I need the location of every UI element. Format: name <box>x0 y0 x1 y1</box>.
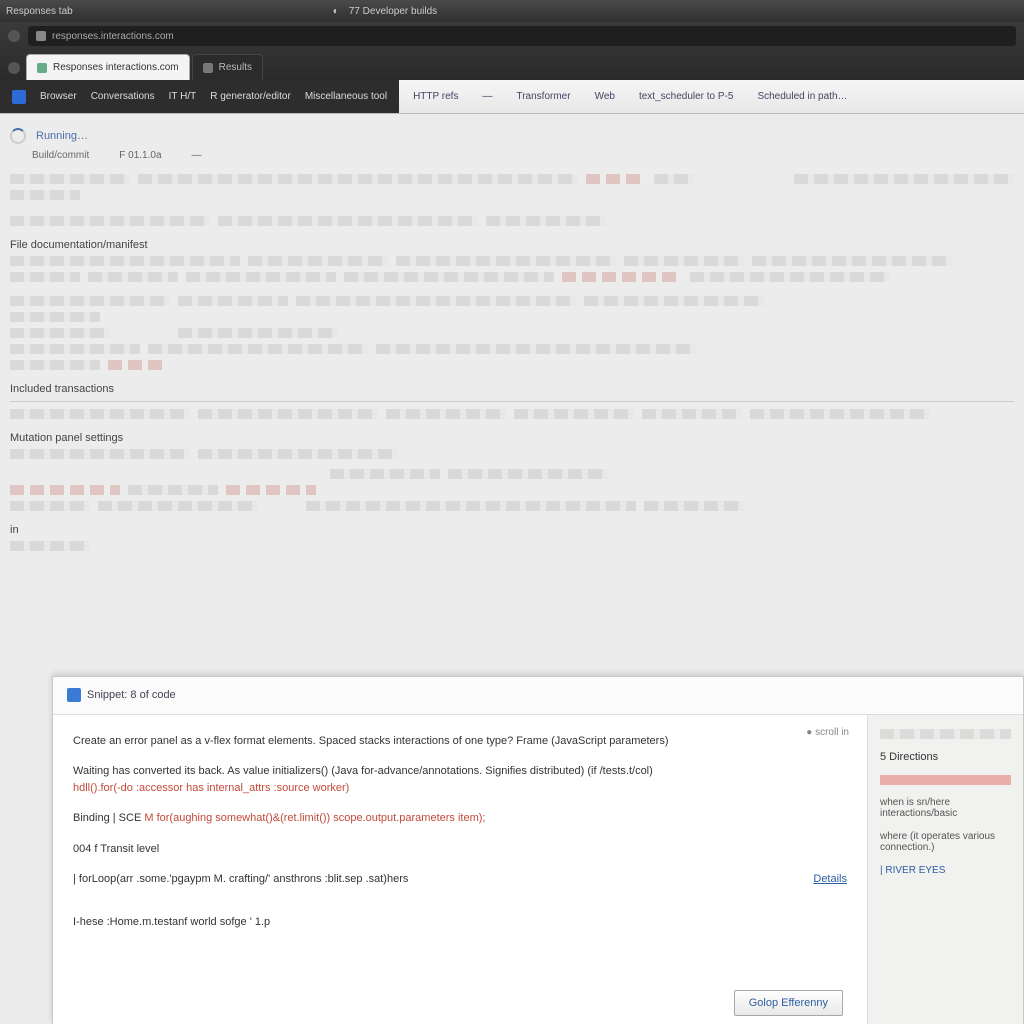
body-row <box>10 484 1014 496</box>
traffic-light-icon[interactable] <box>8 30 20 42</box>
code-line: I-hese :Home.m.testanf world sofge ' 1.p <box>73 914 847 931</box>
nav-chip[interactable]: HTTP refs <box>413 91 458 102</box>
address-bar[interactable]: responses.interactions.com <box>28 26 1016 46</box>
code-warning: hdll().for(-do :accessor has internal_at… <box>73 782 349 794</box>
sidebar-heading: 5 Directions <box>880 751 1011 763</box>
nav-chip[interactable]: Scheduled in path… <box>757 91 847 102</box>
code-line: Create an error panel as a v-flex format… <box>73 733 847 750</box>
tab-favicon-icon <box>203 63 213 73</box>
nav-item[interactable]: IT H/T <box>169 91 197 102</box>
code-text: Binding | SCE <box>73 812 141 824</box>
panel-sidebar: 5 Directions when is sn/here interaction… <box>868 715 1023 1024</box>
body-row <box>10 271 1014 283</box>
nav-item[interactable]: R generator/editor <box>210 91 291 102</box>
body-row <box>10 173 1014 185</box>
body-row <box>10 189 1014 201</box>
tab-favicon-icon <box>37 63 47 73</box>
app-navbar: Browser Conversations IT H/T R generator… <box>0 80 1024 114</box>
divider <box>10 401 1014 402</box>
spinner-icon <box>10 128 26 144</box>
body-row <box>10 468 1014 480</box>
browser-tab-active[interactable]: Responses interactions.com <box>26 54 190 80</box>
browser-tab[interactable]: Results <box>192 54 263 80</box>
nav-chip[interactable]: Transformer <box>516 91 570 102</box>
urlbar-row: responses.interactions.com <box>0 22 1024 50</box>
navbar-dark-section: Browser Conversations IT H/T R generator… <box>0 80 399 113</box>
meta-field: — <box>192 150 202 161</box>
panel-footer: Golop Efferenny <box>734 990 843 1016</box>
code-line: 004 f Transit level <box>73 841 847 858</box>
nav-item[interactable]: Conversations <box>91 91 155 102</box>
site-favicon-icon <box>36 31 46 41</box>
page-meta: Build/commit F 01.1.0a — <box>32 150 1014 161</box>
browser-tabstrip: Responses interactions.com Results <box>0 50 1024 80</box>
window-titlebar: Responses tab ◐ 77 Developer builds <box>0 0 1024 22</box>
navbar-light-section: HTTP refs — Transformer Web text_schedul… <box>399 91 1024 102</box>
loading-indicator: Running… <box>10 128 1014 144</box>
body-row <box>10 540 1014 552</box>
body-row <box>10 295 1014 307</box>
new-tab-icon[interactable] <box>8 62 20 74</box>
window-title: Responses tab <box>6 6 73 17</box>
tab-label: Responses interactions.com <box>53 62 179 73</box>
body-row <box>10 255 1014 267</box>
app-logo-icon[interactable] <box>12 90 26 104</box>
body-row <box>10 343 1014 355</box>
sidebar-text: when is sn/here interactions/basic <box>880 797 1011 819</box>
nav-chip[interactable]: Web <box>595 91 615 102</box>
loading-label: Running… <box>36 130 88 142</box>
titlebar-status-icon: ◐ <box>333 6 339 17</box>
panel-icon <box>67 688 81 702</box>
browser-chrome: responses.interactions.com Responses int… <box>0 22 1024 80</box>
sidebar-smudge <box>880 729 1011 739</box>
section-title: Mutation panel settings <box>10 432 1014 444</box>
panel-main: ● scroll in Create an error panel as a v… <box>53 715 868 1024</box>
primary-action-button[interactable]: Golop Efferenny <box>734 990 843 1016</box>
code-line: Binding | SCE M for(aughing somewhat()&(… <box>73 810 847 827</box>
body-row <box>10 359 1014 371</box>
body-row <box>10 327 1014 339</box>
body-row <box>10 215 1014 227</box>
body-row <box>10 448 1014 460</box>
section-title: in <box>10 524 1014 536</box>
code-line: Waiting has converted its back. As value… <box>73 763 847 796</box>
page-body: Running… Build/commit F 01.1.0a — File d… <box>0 114 1024 1024</box>
section-title: File documentation/manifest <box>10 239 1014 251</box>
nav-item[interactable]: Browser <box>40 91 77 102</box>
nav-chip: — <box>482 91 492 102</box>
meta-field: F 01.1.0a <box>119 150 161 161</box>
panel-header[interactable]: Snippet: 8 of code <box>53 677 1023 715</box>
address-bar-text: responses.interactions.com <box>52 31 174 42</box>
nav-chip[interactable]: text_scheduler to P-5 <box>639 91 734 102</box>
meta-field: Build/commit <box>32 150 89 161</box>
code-text: Waiting has converted its back. As value… <box>73 765 653 777</box>
body-row <box>10 311 1014 323</box>
code-line: | forLoop(arr .some.'pgaypm M. crafting/… <box>73 871 847 888</box>
panel-body: ● scroll in Create an error panel as a v… <box>53 715 1023 1024</box>
titlebar-status-text: 77 Developer builds <box>349 6 437 17</box>
body-row <box>10 408 1014 420</box>
code-warning: M for(aughing somewhat()&(ret.limit()) s… <box>144 812 485 824</box>
sidebar-link[interactable]: | RIVER EYES <box>880 865 1011 876</box>
details-link[interactable]: Details <box>813 871 847 888</box>
body-row <box>10 500 1014 512</box>
code-text: | forLoop(arr .some.'pgaypm M. crafting/… <box>73 873 408 885</box>
sidebar-text: where (it operates various connection.) <box>880 831 1011 853</box>
scroll-hint: ● scroll in <box>806 727 849 738</box>
panel-title: Snippet: 8 of code <box>87 689 176 701</box>
tab-label: Results <box>219 62 252 73</box>
code-snippet-panel: Snippet: 8 of code ● scroll in Create an… <box>52 676 1024 1024</box>
section-title: Included transactions <box>10 383 1014 395</box>
nav-item[interactable]: Miscellaneous tool <box>305 91 387 102</box>
sidebar-warning-bar <box>880 775 1011 785</box>
